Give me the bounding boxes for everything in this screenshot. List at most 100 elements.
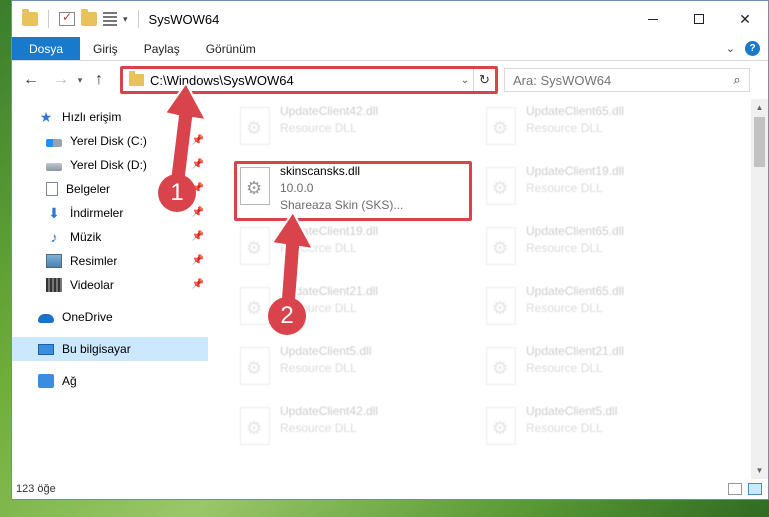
sidebar-item-pictures[interactable]: Resimler 📌 <box>12 249 208 273</box>
file-tile[interactable]: UpdateClient65.dll Resource DLL <box>482 283 722 341</box>
network-icon <box>38 374 54 388</box>
scroll-up-icon[interactable]: ▲ <box>751 99 768 116</box>
pin-icon: 📌 <box>191 279 204 290</box>
file-name: UpdateClient42.dll <box>280 104 379 118</box>
maximize-button[interactable] <box>676 1 722 37</box>
sidebar-item-label: Müzik <box>70 230 102 244</box>
scroll-thumb[interactable] <box>754 117 765 167</box>
close-button[interactable]: ✕ <box>722 1 768 37</box>
file-type: Resource DLL <box>526 361 603 375</box>
vertical-scrollbar[interactable]: ▲ ▼ <box>751 99 768 479</box>
disk-icon <box>46 139 62 147</box>
tab-share[interactable]: Paylaş <box>131 37 193 60</box>
pin-icon: 📌 <box>191 159 204 170</box>
file-type: Resource DLL <box>280 121 357 135</box>
cloud-icon <box>38 314 54 323</box>
sidebar-item-label: Hızlı erişim <box>62 110 122 124</box>
sidebar-item-videos[interactable]: Videolar 📌 <box>12 273 208 297</box>
sidebar-item-network[interactable]: Ağ <box>12 369 208 393</box>
pin-icon: 📌 <box>191 207 204 218</box>
search-input[interactable] <box>513 72 725 88</box>
file-type: Resource DLL <box>280 241 357 255</box>
file-type: Resource DLL <box>280 421 357 435</box>
file-type: Resource DLL <box>526 241 603 255</box>
sidebar-item-label: Videolar <box>70 278 114 292</box>
sidebar-item-quick-access[interactable]: ★ Hızlı erişim <box>12 105 208 129</box>
dll-file-icon <box>486 347 516 385</box>
computer-icon <box>38 343 54 355</box>
up-button[interactable]: ↑ <box>88 71 110 89</box>
dll-file-icon <box>486 107 516 145</box>
view-options-icon[interactable] <box>103 12 117 26</box>
file-tile[interactable]: UpdateClient42.dll Resource DLL <box>236 103 476 161</box>
file-highlight <box>234 161 472 221</box>
recent-locations-button[interactable]: ▾ <box>72 75 88 86</box>
expand-ribbon-icon[interactable]: ⌄ <box>726 42 735 55</box>
documents-icon <box>46 182 58 196</box>
search-icon[interactable]: ⌕ <box>725 72 749 88</box>
step-badge-2: 2 <box>268 297 306 335</box>
dll-file-icon <box>486 407 516 445</box>
dll-file-icon <box>240 107 270 145</box>
file-tile[interactable]: UpdateClient42.dll Resource DLL <box>236 403 476 461</box>
folder-icon <box>22 9 38 26</box>
file-name: UpdateClient65.dll <box>526 224 625 238</box>
file-tile[interactable]: UpdateClient65.dll Resource DLL <box>482 103 722 161</box>
ribbon-tabs: Dosya Giriş Paylaş Görünüm ⌄ ? <box>12 37 768 61</box>
star-icon: ★ <box>39 108 53 125</box>
forward-button[interactable]: → <box>50 71 72 89</box>
properties-icon[interactable] <box>59 10 75 26</box>
search-box[interactable]: ⌕ <box>504 68 750 92</box>
new-folder-icon[interactable] <box>81 9 97 26</box>
file-tile[interactable]: UpdateClient19.dll Resource DLL <box>482 163 722 221</box>
quick-access-toolbar: ▾ SysWOW64 <box>12 9 219 28</box>
disk-icon <box>46 163 62 171</box>
close-icon: ✕ <box>739 10 751 27</box>
file-name: UpdateClient5.dll <box>526 404 618 418</box>
customize-toolbar-icon[interactable]: ▾ <box>123 14 128 25</box>
file-tile[interactable]: UpdateClient19.dll Resource DLL <box>236 223 476 281</box>
file-type: Resource DLL <box>526 301 603 315</box>
sidebar-item-local-disk-c[interactable]: Yerel Disk (C:) 📌 <box>12 129 208 153</box>
help-icon[interactable]: ? <box>745 41 760 56</box>
file-name: UpdateClient65.dll <box>526 284 625 298</box>
sidebar-item-music[interactable]: ♪ Müzik 📌 <box>12 225 208 249</box>
dll-file-icon <box>486 167 516 205</box>
file-name: UpdateClient42.dll <box>280 404 379 418</box>
sidebar-item-onedrive[interactable]: OneDrive <box>12 305 208 329</box>
file-tile[interactable]: UpdateClient5.dll Resource DLL <box>236 343 476 401</box>
back-button[interactable]: ← <box>20 71 42 89</box>
file-tile[interactable]: UpdateClient65.dll Resource DLL <box>482 223 722 281</box>
address-bar-highlight <box>120 66 498 94</box>
sidebar-item-this-pc[interactable]: Bu bilgisayar <box>12 337 208 361</box>
navigation-pane: ★ Hızlı erişim Yerel Disk (C:) 📌 Yerel D… <box>12 99 208 479</box>
minimize-button[interactable] <box>630 1 676 37</box>
file-type: Resource DLL <box>526 421 603 435</box>
sidebar-item-label: Resimler <box>70 254 118 268</box>
pin-icon: 📌 <box>191 135 204 146</box>
tab-view[interactable]: Görünüm <box>193 37 269 60</box>
item-count: 123 öğe <box>16 483 56 495</box>
music-icon: ♪ <box>50 229 58 245</box>
tiles-view-icon[interactable] <box>748 483 762 495</box>
dll-file-icon <box>486 287 516 325</box>
file-tile[interactable]: UpdateClient5.dll Resource DLL <box>482 403 722 461</box>
sidebar-item-label: Yerel Disk (D:) <box>70 158 147 172</box>
status-bar: 123 öğe <box>12 479 768 499</box>
file-name: UpdateClient5.dll <box>280 344 372 358</box>
pictures-icon <box>46 254 62 268</box>
tab-file[interactable]: Dosya <box>12 37 81 60</box>
downloads-icon: ⬇ <box>48 205 60 221</box>
details-view-icon[interactable] <box>728 483 742 495</box>
scroll-down-icon[interactable]: ▼ <box>751 462 768 479</box>
step-badge-1: 1 <box>158 174 196 212</box>
file-name: UpdateClient19.dll <box>526 164 625 178</box>
file-tile[interactable]: UpdateClient21.dll Resource DLL <box>482 343 722 401</box>
divider <box>137 10 139 28</box>
sidebar-item-label: Yerel Disk (C:) <box>70 134 147 148</box>
file-name: UpdateClient65.dll <box>526 104 625 118</box>
tab-home[interactable]: Giriş <box>80 37 131 60</box>
sidebar-item-label: Bu bilgisayar <box>62 342 131 356</box>
